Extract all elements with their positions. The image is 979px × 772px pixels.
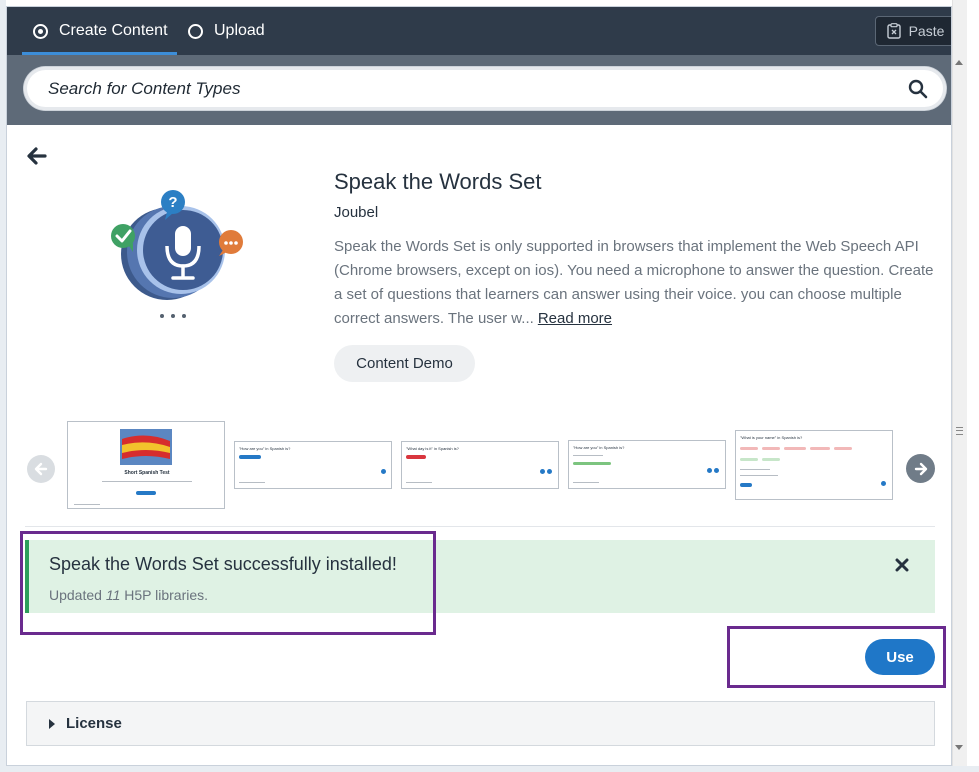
content-type-description: Speak the Words Set is only supported in…	[334, 235, 934, 331]
radio-selected-icon	[33, 23, 48, 39]
svg-text:?: ?	[168, 194, 177, 211]
page: Create Content Upload Paste Search for C…	[0, 0, 979, 772]
thumbnail-question: "What day is it" in Spanish is?	[406, 446, 459, 451]
scroll-grip-icon[interactable]	[956, 427, 963, 435]
content-type-owner: Joubel	[334, 204, 379, 221]
screenshot-thumbnail-2[interactable]: "How are you" in Spanish is?	[234, 441, 392, 489]
vertical-scrollbar[interactable]	[952, 0, 967, 766]
carousel-prev-button[interactable]	[27, 455, 55, 483]
back-arrow-icon[interactable]	[25, 145, 47, 167]
thumbnail-question: "What is your name" in Spanish is?	[740, 435, 803, 440]
thumbnail-title: Short Spanish Test	[124, 470, 170, 476]
tab-create-content[interactable]: Create Content	[33, 7, 168, 55]
tab-upload[interactable]: Upload	[188, 7, 265, 55]
read-more-link[interactable]: Read more	[538, 310, 612, 327]
description-text: Speak the Words Set is only supported in…	[334, 238, 934, 327]
highlight-box-use-button	[727, 626, 946, 688]
carousel-next-button[interactable]	[906, 454, 935, 483]
speak-the-words-logo-icon: ?	[111, 190, 243, 300]
dot	[182, 314, 186, 318]
spain-flag-image	[120, 429, 172, 465]
thumbnail-question: "How are you" in Spanish is?	[239, 446, 291, 451]
screenshot-thumbnail-5[interactable]: "What is your name" in Spanish is?	[735, 430, 893, 500]
screenshot-thumbnail-3[interactable]: "What day is it" in Spanish is?	[401, 441, 559, 489]
screenshot-thumbnail-4[interactable]: "How are you" in Spanish is?	[568, 440, 726, 489]
radio-unselected-icon	[188, 23, 203, 39]
screenshot-thumbnail-1[interactable]: Short Spanish Test	[67, 421, 225, 509]
scroll-down-icon[interactable]	[955, 745, 963, 750]
arrow-left-icon	[34, 462, 48, 476]
dot	[160, 314, 164, 318]
search-input[interactable]	[48, 78, 868, 99]
logo-carousel-dots	[160, 314, 186, 318]
thumbnail-question: "How are you" in Spanish is?	[573, 445, 625, 450]
paste-button[interactable]: Paste	[875, 16, 951, 46]
dot	[171, 314, 175, 318]
content-type-title: Speak the Words Set	[334, 169, 542, 194]
close-icon[interactable]	[895, 558, 909, 572]
license-accordion[interactable]: License	[26, 701, 935, 746]
license-label: License	[66, 715, 122, 732]
paste-label: Paste	[908, 23, 945, 39]
clipboard-icon	[886, 23, 901, 39]
caret-right-icon	[49, 718, 55, 729]
tab-upload-label: Upload	[214, 22, 265, 39]
scroll-up-icon[interactable]	[955, 60, 963, 65]
search-band	[7, 55, 951, 125]
tab-bar: Create Content Upload Paste	[7, 7, 951, 55]
search-icon[interactable]	[908, 79, 928, 99]
tab-create-label: Create Content	[59, 22, 168, 39]
search-box	[24, 67, 946, 110]
highlight-box-message	[20, 531, 436, 635]
arrow-right-icon	[914, 462, 927, 475]
bottom-border	[0, 766, 979, 772]
divider	[25, 526, 935, 527]
content-demo-button[interactable]: Content Demo	[334, 345, 475, 382]
